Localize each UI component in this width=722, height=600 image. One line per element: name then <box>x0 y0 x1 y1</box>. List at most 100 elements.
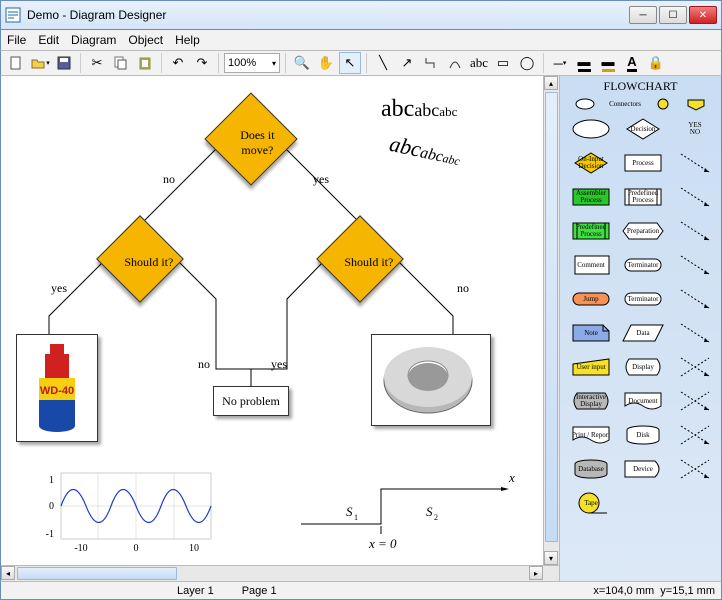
redo-button[interactable]: ↷ <box>191 52 213 74</box>
undo-button[interactable]: ↶ <box>167 52 189 74</box>
text-tool[interactable]: abc <box>468 52 490 74</box>
svg-text:-10: -10 <box>74 543 87 554</box>
svg-text:10: 10 <box>189 543 199 554</box>
node-should-it-right[interactable]: Should it? <box>338 233 400 270</box>
palette-item-jump[interactable]: Jump <box>568 285 614 313</box>
palette-item-arrow-[interactable] <box>672 421 718 449</box>
paste-button[interactable] <box>134 52 156 74</box>
palette-item-predefined-process[interactable]: PredefinedProcess <box>620 183 666 211</box>
palette-item-user-input[interactable]: User input <box>568 353 614 381</box>
minimize-button[interactable]: ─ <box>629 6 657 24</box>
arrow-tool[interactable]: ↗ <box>396 52 418 74</box>
palette-connector-ellipse[interactable] <box>574 97 596 111</box>
palette-item-terminator[interactable]: Terminator <box>620 251 666 279</box>
edge-label: yes <box>51 281 67 296</box>
image-wd40[interactable]: WD-40 <box>16 334 98 442</box>
svg-text:x: x <box>508 474 515 485</box>
text-color[interactable]: A <box>621 52 643 74</box>
menu-file[interactable]: File <box>7 33 26 47</box>
line-style[interactable]: ─▾ <box>549 52 571 74</box>
cut-button[interactable]: ✂ <box>86 52 108 74</box>
palette-item-process[interactable]: Process <box>620 149 666 177</box>
status-y: y=15,1 mm <box>660 585 715 597</box>
palette-item-arrow[interactable] <box>672 251 718 279</box>
edge-label: no <box>163 172 175 187</box>
svg-text:1: 1 <box>354 513 358 522</box>
palette-item-document[interactable]: Document <box>620 387 666 415</box>
palette-item-yes-no[interactable]: YESNO <box>672 115 718 143</box>
new-button[interactable] <box>5 52 27 74</box>
status-page: Page 1 <box>242 585 277 597</box>
rect-tool[interactable]: ▭ <box>492 52 514 74</box>
palette-item-arrow-[interactable] <box>672 455 718 483</box>
palette-item-arrow[interactable] <box>672 285 718 313</box>
palette-item-note[interactable]: Note <box>568 319 614 347</box>
chart-step[interactable]: S1 S2 x x = 0 <box>291 474 521 554</box>
palette-item-print-report[interactable]: Print / Report <box>568 421 614 449</box>
palette-item-ellipse[interactable] <box>568 115 614 143</box>
text-sample[interactable]: abcabcabc <box>381 96 457 123</box>
svg-text:-1: -1 <box>46 529 54 540</box>
palette-item-display[interactable]: Display <box>620 353 666 381</box>
palette-item-assembler-process[interactable]: AssemblerProcess <box>568 183 614 211</box>
palette-item-data[interactable]: Data <box>620 319 666 347</box>
palette-item-tape[interactable]: Tape <box>568 489 614 517</box>
text-sample-rotated[interactable]: abcabcabc <box>387 131 463 171</box>
palette-item-arrow[interactable] <box>672 217 718 245</box>
open-button[interactable]: ▾ <box>29 52 51 74</box>
palette-connector-home[interactable] <box>685 97 707 111</box>
palette-item-decision[interactable]: Decision <box>620 115 666 143</box>
ellipse-tool[interactable]: ◯ <box>516 52 538 74</box>
palette-item-preparation[interactable]: Preparation <box>620 217 666 245</box>
palette-item-on-input-decision[interactable]: On-InputDecision <box>568 149 614 177</box>
toolbar: ▾ ✂ ↶ ↷ 100%▾ 🔍 ✋ ↖ ╲ ↗ abc ▭ ◯ ─▾ ▬ ▬ A… <box>0 50 722 76</box>
node-noproblem[interactable]: No problem <box>213 386 289 416</box>
palette-item-terminator[interactable]: Terminator <box>620 285 666 313</box>
palette-item-arrow[interactable] <box>672 183 718 211</box>
close-button[interactable]: ✕ <box>689 6 717 24</box>
line-tool[interactable]: ╲ <box>372 52 394 74</box>
palette-item-predefined-process[interactable]: PredefinedProcess <box>568 217 614 245</box>
palette-item-comment[interactable]: Comment <box>568 251 614 279</box>
palette-item-arrow-[interactable] <box>672 387 718 415</box>
canvas[interactable]: Does it move? Should it? Should it? no y… <box>1 76 560 581</box>
menu-edit[interactable]: Edit <box>38 33 59 47</box>
copy-button[interactable] <box>110 52 132 74</box>
vertical-scrollbar[interactable]: ▴ ▾ <box>543 76 559 565</box>
palette-item-disk[interactable]: Disk <box>620 421 666 449</box>
edge-label: yes <box>271 357 287 372</box>
palette-item-arrow[interactable] <box>672 149 718 177</box>
palette-item-interactive-display[interactable]: InteractiveDisplay <box>568 387 614 415</box>
pointer-tool[interactable]: ↖ <box>339 52 361 74</box>
palette-title: FLOWCHART <box>560 76 721 97</box>
line-color[interactable]: ▬ <box>573 52 595 74</box>
palette-connectors-label: Connectors <box>609 100 641 108</box>
curve-tool[interactable] <box>444 52 466 74</box>
svg-text:2: 2 <box>434 513 438 522</box>
zoom-tool[interactable]: 🔍 <box>291 52 313 74</box>
maximize-button[interactable]: ☐ <box>659 6 687 24</box>
chart-sine[interactable]: 1 0 -1 -10 0 10 <box>36 471 216 556</box>
horizontal-scrollbar[interactable]: ◂ ▸ <box>1 565 559 581</box>
menu-diagram[interactable]: Diagram <box>71 33 116 47</box>
zoom-combo[interactable]: 100%▾ <box>224 53 280 73</box>
window-title: Demo - Diagram Designer <box>27 8 629 22</box>
connector-tool[interactable] <box>420 52 442 74</box>
node-does-it-move[interactable]: Does it move? <box>224 110 290 158</box>
palette-item-arrow-[interactable] <box>672 353 718 381</box>
image-ducttape[interactable] <box>371 334 491 426</box>
menu-object[interactable]: Object <box>128 33 163 47</box>
save-button[interactable] <box>53 52 75 74</box>
menubar: File Edit Diagram Object Help <box>0 30 722 50</box>
node-should-it-left[interactable]: Should it? <box>118 233 180 270</box>
hand-tool[interactable]: ✋ <box>315 52 337 74</box>
palette-item-database[interactable]: Database <box>568 455 614 483</box>
fill-color[interactable]: ▬ <box>597 52 619 74</box>
lock-button[interactable]: 🔒 <box>645 52 667 74</box>
menu-help[interactable]: Help <box>175 33 200 47</box>
palette-item-device[interactable]: Device <box>620 455 666 483</box>
svg-text:0: 0 <box>134 543 139 554</box>
palette-item-arrow[interactable] <box>672 319 718 347</box>
palette-connector-circle[interactable] <box>654 97 672 111</box>
titlebar: Demo - Diagram Designer ─ ☐ ✕ <box>0 0 722 30</box>
